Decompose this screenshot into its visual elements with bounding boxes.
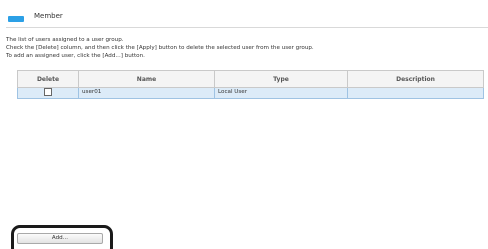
instruction-line-3: To add an assigned user, click the [Add.… (6, 53, 145, 59)
cell-type: Local User (214, 87, 348, 99)
cell-name: user01 (78, 87, 215, 99)
table-row[interactable]: user01 Local User (17, 87, 484, 99)
section-marker-icon (8, 16, 24, 22)
cell-delete (17, 87, 79, 99)
section-header: Member (6, 9, 488, 28)
cell-description (347, 87, 484, 99)
instruction-line-1: The list of users assigned to a user gro… (6, 37, 124, 43)
instruction-line-2: Check the [Delete] column, and then clic… (6, 45, 314, 51)
add-button[interactable]: Add... (17, 233, 103, 244)
section-title: Member (34, 12, 63, 20)
column-header-name: Name (78, 70, 215, 88)
column-header-delete: Delete (17, 70, 79, 88)
delete-checkbox[interactable] (44, 88, 52, 96)
column-header-description: Description (347, 70, 484, 88)
column-header-type: Type (214, 70, 348, 88)
user-table: Delete Name Type Description user01 Loca… (17, 70, 484, 99)
table-header-row: Delete Name Type Description (17, 70, 484, 88)
member-page: Member The list of users assigned to a u… (0, 0, 488, 249)
